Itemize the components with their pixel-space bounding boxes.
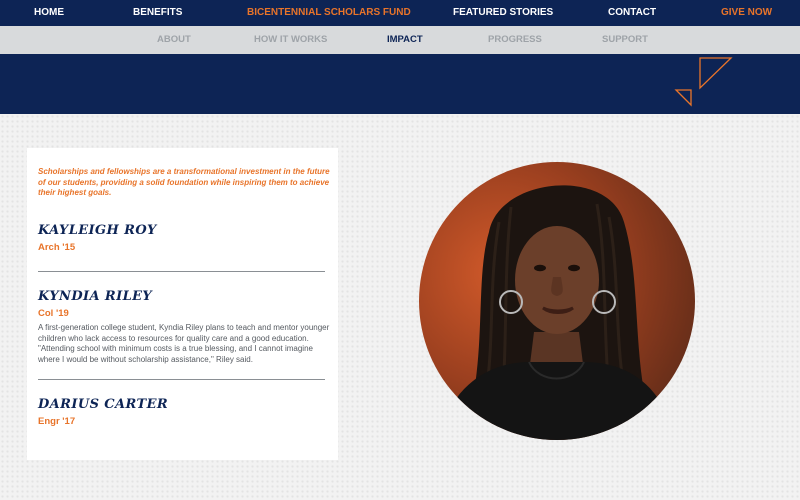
- sub-nav: ABOUT HOW IT WORKS IMPACT PROGRESS SUPPO…: [0, 26, 800, 54]
- subnav-progress[interactable]: PROGRESS: [488, 26, 542, 54]
- top-nav: HOME BENEFITS BICENTENNIAL SCHOLARS FUND…: [0, 0, 800, 26]
- scholar-class: Col '19: [38, 308, 69, 319]
- scholar-name[interactable]: DARIUS CARTER: [38, 397, 168, 412]
- scholar-card: Scholarships and fellowships are a trans…: [27, 148, 338, 460]
- scholar-portrait: [419, 162, 695, 440]
- subnav-impact[interactable]: IMPACT: [387, 26, 423, 54]
- nav-benefits[interactable]: BENEFITS: [133, 0, 182, 26]
- nav-home[interactable]: HOME: [34, 0, 64, 26]
- scholar-name[interactable]: KAYLEIGH ROY: [38, 223, 157, 238]
- scholar-class: Engr '17: [38, 416, 76, 427]
- hero-band: [0, 54, 800, 114]
- subnav-about[interactable]: ABOUT: [157, 26, 191, 54]
- subnav-support[interactable]: SUPPORT: [602, 26, 648, 54]
- subnav-how-it-works[interactable]: HOW IT WORKS: [254, 26, 327, 54]
- scholar-story: A first-generation college student, Kynd…: [38, 323, 330, 364]
- scholar-name[interactable]: KYNDIA RILEY: [38, 289, 152, 304]
- divider: [38, 271, 325, 272]
- scholar-class: Arch '15: [38, 242, 76, 253]
- triangle-decoration: [674, 57, 733, 107]
- nav-give-now[interactable]: GIVE NOW: [721, 0, 772, 26]
- nav-featured-stories[interactable]: FEATURED STORIES: [453, 0, 553, 26]
- nav-contact[interactable]: CONTACT: [608, 0, 656, 26]
- portrait-illustration: [439, 185, 675, 440]
- divider: [38, 379, 325, 380]
- nav-bicentennial-scholars-fund[interactable]: BICENTENNIAL SCHOLARS FUND: [247, 0, 411, 26]
- intro-text: Scholarships and fellowships are a trans…: [38, 167, 330, 197]
